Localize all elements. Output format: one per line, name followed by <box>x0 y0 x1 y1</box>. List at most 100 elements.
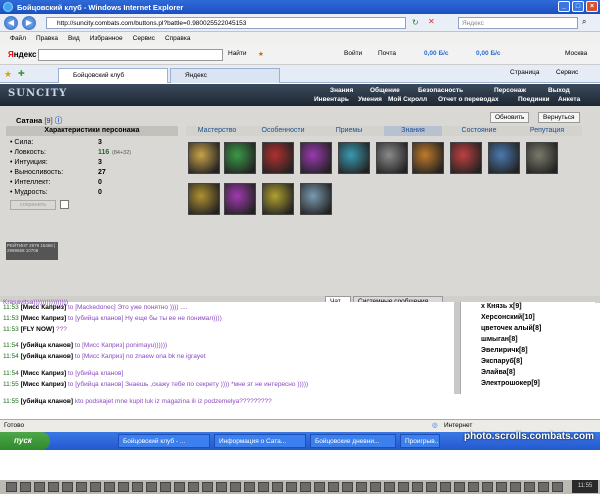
back-icon[interactable]: ◀ <box>4 16 18 30</box>
game-tool-button[interactable] <box>90 482 101 492</box>
scroll-slot[interactable] <box>450 142 482 174</box>
task-item-fightclub[interactable]: Бойцовский клуб - ... <box>118 434 210 448</box>
game-tool-button[interactable] <box>132 482 143 492</box>
yandex-login-button[interactable]: Войти <box>344 50 362 57</box>
game-tool-button[interactable] <box>300 482 311 492</box>
tab-fightclub[interactable]: Бойцовский клуб <box>58 68 168 83</box>
menu-file[interactable]: Файл <box>10 35 26 42</box>
nav-knowledge[interactable]: Знания <box>330 87 353 94</box>
save-checkbox[interactable] <box>60 200 69 209</box>
tab-techniques[interactable]: Приемы <box>320 126 378 136</box>
scroll-slot[interactable] <box>300 183 332 215</box>
game-tool-button[interactable] <box>48 482 59 492</box>
game-tool-button[interactable] <box>146 482 157 492</box>
game-tool-button[interactable] <box>370 482 381 492</box>
forward-icon[interactable]: ▶ <box>22 16 36 30</box>
search-input[interactable]: Яндекс <box>458 17 578 29</box>
chat-sender[interactable]: [Мисс Каприз] <box>21 304 67 311</box>
chat-recipient[interactable]: to [убийца кланов] <box>68 370 123 377</box>
yandex-mail-button[interactable]: Почта <box>378 50 396 57</box>
game-tool-button[interactable] <box>328 482 339 492</box>
tab-state[interactable]: Состояние <box>448 126 510 136</box>
game-tool-button[interactable] <box>412 482 423 492</box>
refresh-button[interactable]: Обновить <box>490 112 530 123</box>
chat-sender[interactable]: [Мисс Каприз] <box>21 315 67 322</box>
online-user[interactable]: Эвелиричк[8] <box>481 347 528 354</box>
nav-inventory[interactable]: Инвентарь <box>314 96 349 103</box>
scroll-slot[interactable] <box>262 142 294 174</box>
game-tool-button[interactable] <box>62 482 73 492</box>
game-tool-button[interactable] <box>272 482 283 492</box>
task-item-info[interactable]: Информация о Сата... <box>214 434 306 448</box>
game-tool-button[interactable] <box>174 482 185 492</box>
online-user[interactable]: Экспаруб[8] <box>481 358 522 365</box>
favorites-star-icon[interactable]: ★ <box>4 69 12 80</box>
scroll-slot[interactable] <box>262 183 294 215</box>
scroll-slot[interactable] <box>412 142 444 174</box>
scroll-slot[interactable] <box>338 142 370 174</box>
game-tool-button[interactable] <box>356 482 367 492</box>
chat-sender[interactable]: [FLY NOW] <box>21 326 55 333</box>
tab-features[interactable]: Особенности <box>252 126 314 136</box>
game-tool-button[interactable] <box>160 482 171 492</box>
tab-yandex[interactable]: Яндекс <box>170 68 280 83</box>
game-tool-button[interactable] <box>76 482 87 492</box>
scroll-slot[interactable] <box>526 142 558 174</box>
scroll-slot[interactable] <box>300 142 332 174</box>
game-tool-button[interactable] <box>202 482 213 492</box>
game-tool-button[interactable] <box>482 482 493 492</box>
start-button[interactable]: пуск <box>0 432 50 450</box>
game-tool-button[interactable] <box>468 482 479 492</box>
nav-skills[interactable]: Умения <box>358 96 382 103</box>
game-tool-button[interactable] <box>426 482 437 492</box>
save-button[interactable]: сохранить <box>10 200 56 210</box>
tab-reputation[interactable]: Репутация <box>516 126 578 136</box>
yandex-city[interactable]: Москва <box>565 50 587 57</box>
tools-menu[interactable]: Сервис <box>556 69 578 76</box>
game-tool-button[interactable] <box>20 482 31 492</box>
game-tool-button[interactable] <box>34 482 45 492</box>
nav-myscroll[interactable]: Мой Скролл <box>388 96 427 103</box>
chat-sender[interactable]: [Мисс Каприз] <box>21 370 67 377</box>
game-tool-button[interactable] <box>342 482 353 492</box>
menu-edit[interactable]: Правка <box>36 35 58 42</box>
game-tool-button[interactable] <box>104 482 115 492</box>
nav-character[interactable]: Персонаж <box>494 87 526 94</box>
online-user[interactable]: Элайва[8] <box>481 369 515 376</box>
yandex-find-button[interactable]: Найти <box>228 50 247 57</box>
search-icon[interactable]: ⌕ <box>582 17 586 27</box>
stop-icon[interactable]: ✕ <box>428 17 435 26</box>
chat-sender[interactable]: [убийца кланов] <box>21 342 73 349</box>
online-user[interactable]: х Князь х[9] <box>481 303 522 310</box>
tab-knowledge[interactable]: Знания <box>384 126 442 136</box>
game-tool-button[interactable] <box>286 482 297 492</box>
game-tool-button[interactable] <box>6 482 17 492</box>
game-tool-button[interactable] <box>384 482 395 492</box>
game-tool-button[interactable] <box>216 482 227 492</box>
online-user[interactable]: Электрошокер[9] <box>481 380 540 387</box>
game-tool-button[interactable] <box>440 482 451 492</box>
task-item-diaries[interactable]: Бойцовские дневни... <box>310 434 396 448</box>
address-input[interactable]: http://suncity.combats.com/buttons.pl?ba… <box>46 17 406 29</box>
chat-sender[interactable]: [убийца кланов] <box>21 398 73 405</box>
menu-favorites[interactable]: Избранное <box>90 35 123 42</box>
game-tool-button[interactable] <box>244 482 255 492</box>
scroll-slot[interactable] <box>488 142 520 174</box>
scroll-slot[interactable] <box>188 142 220 174</box>
game-tool-button[interactable] <box>538 482 549 492</box>
game-tool-button[interactable] <box>552 482 563 492</box>
rating-banner[interactable]: РЕЙТИНГ 2979 15466 | 2999658 10708 <box>6 242 58 260</box>
close-button[interactable]: × <box>586 1 598 12</box>
game-tool-button[interactable] <box>230 482 241 492</box>
nav-security[interactable]: Безопасность <box>418 87 463 94</box>
minimize-button[interactable]: _ <box>558 1 570 12</box>
scroll-slot[interactable] <box>376 142 408 174</box>
game-tool-button[interactable] <box>258 482 269 492</box>
game-tool-button[interactable] <box>454 482 465 492</box>
game-tool-button[interactable] <box>188 482 199 492</box>
scroll-slot[interactable] <box>188 183 220 215</box>
nav-transfer-report[interactable]: Отчет о переводах <box>438 96 499 103</box>
chat-recipient[interactable]: to [убийца кланов] <box>68 315 123 322</box>
menu-tools[interactable]: Сервис <box>133 35 155 42</box>
scroll-slot[interactable] <box>224 183 256 215</box>
